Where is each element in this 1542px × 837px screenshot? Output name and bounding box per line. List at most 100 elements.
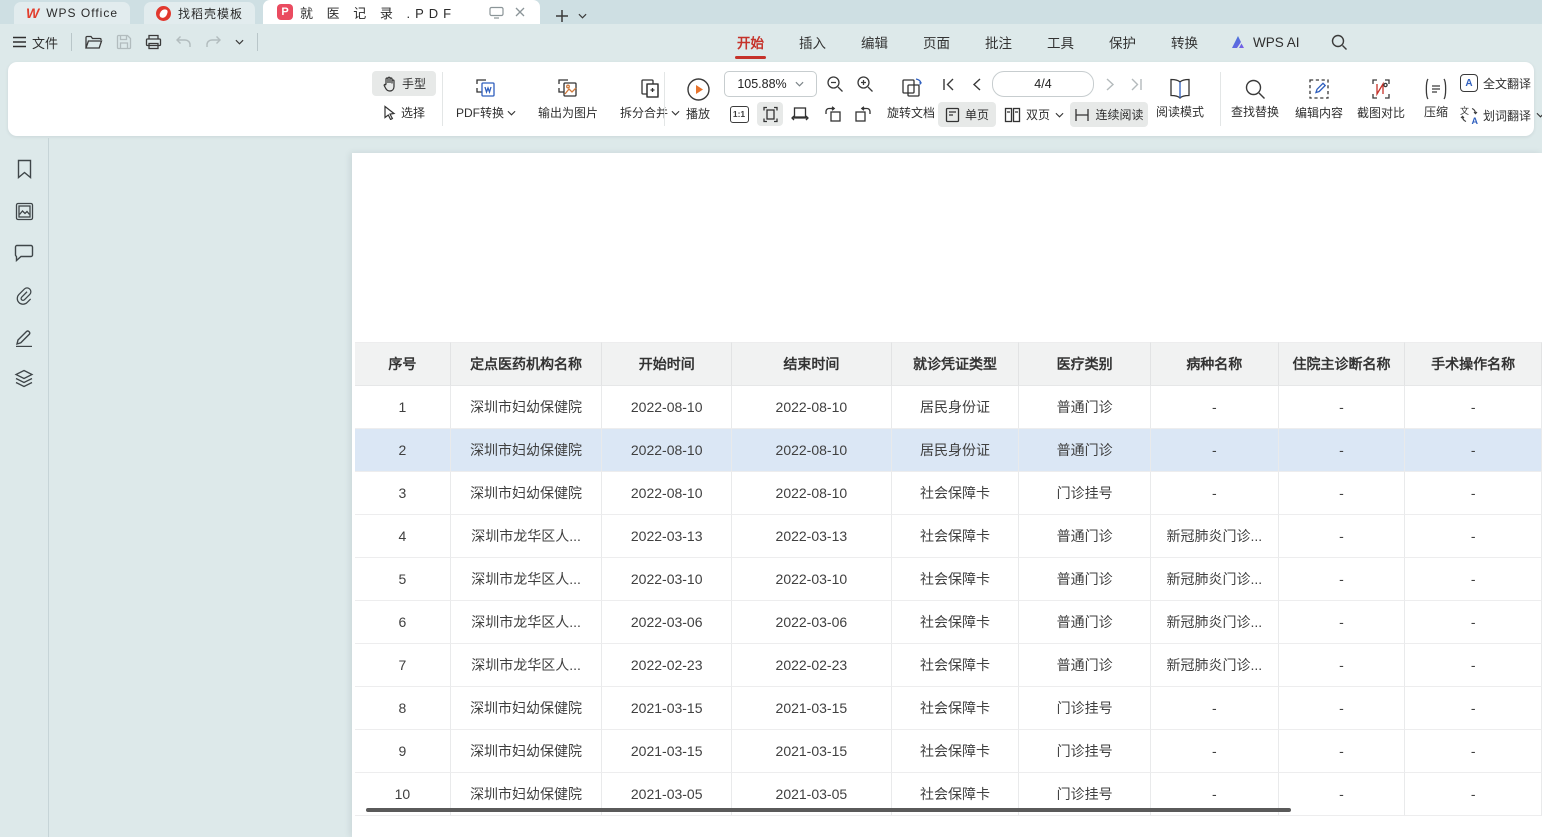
play-label: 播放 <box>686 105 710 122</box>
close-tab-icon[interactable] <box>514 6 526 18</box>
tab-list-chevron-icon[interactable] <box>578 13 587 19</box>
ribbon-search-icon[interactable] <box>1331 34 1348 51</box>
table-cell: 7 <box>355 644 451 687</box>
page-number-input[interactable]: 4/4 <box>992 71 1094 97</box>
table-cell: - <box>1279 515 1406 558</box>
comment-icon[interactable] <box>11 240 37 266</box>
rotate-document-button[interactable]: 旋转文档 <box>878 68 944 130</box>
thumbnail-image-icon[interactable] <box>11 198 37 224</box>
double-page-view-button[interactable]: 双页 <box>1002 102 1066 127</box>
tab-docer-templates[interactable]: 找稻壳模板 <box>144 2 255 24</box>
screenshot-compare-button[interactable]: 截图对比 <box>1350 68 1412 130</box>
table-cell: 4 <box>355 515 451 558</box>
table-header-cell: 定点医药机构名称 <box>451 342 603 386</box>
new-tab-icon[interactable] <box>554 8 570 24</box>
open-file-icon[interactable] <box>85 35 103 50</box>
continuous-reading-button[interactable]: 连续阅读 <box>1070 102 1148 127</box>
undo-history-chevron-icon[interactable] <box>235 39 244 45</box>
table-cell: 深圳市妇幼保健院 <box>451 472 603 515</box>
tab-wps-office[interactable]: W WPS Office <box>14 2 130 24</box>
table-cell: - <box>1405 644 1542 687</box>
rotate-left-button[interactable] <box>820 102 846 126</box>
menu-item[interactable]: 编辑 <box>859 23 890 61</box>
table-cell: 普通门诊 <box>1019 644 1151 687</box>
table-horizontal-scrollbar[interactable] <box>366 808 1291 812</box>
share-screen-icon[interactable] <box>489 6 504 19</box>
zoom-in-button[interactable] <box>852 71 878 97</box>
pdf-file-icon: P <box>277 4 293 20</box>
play-presentation-button[interactable]: 播放 <box>674 68 722 130</box>
file-menu-label: 文件 <box>32 33 58 52</box>
menu-item[interactable]: 页面 <box>921 23 952 61</box>
table-cell: 2022-03-13 <box>732 515 892 558</box>
table-cell: 5 <box>355 558 451 601</box>
menu-item[interactable]: 工具 <box>1045 23 1076 61</box>
fit-page-button[interactable] <box>757 102 783 126</box>
read-mode-button[interactable]: 阅读模式 <box>1150 68 1210 130</box>
table-cell: 居民身份证 <box>892 386 1020 429</box>
first-page-button[interactable] <box>936 71 960 97</box>
layers-icon[interactable] <box>11 366 37 392</box>
table-cell: 普通门诊 <box>1019 601 1151 644</box>
table-cell: 8 <box>355 687 451 730</box>
table-row: 2深圳市妇幼保健院2022-08-102022-08-10居民身份证普通门诊--… <box>355 429 1542 472</box>
zoom-out-button[interactable] <box>822 71 848 97</box>
previous-page-button[interactable] <box>964 71 988 97</box>
full-text-translate-button[interactable]: A 全文翻译 <box>1460 70 1542 96</box>
table-header-cell: 病种名称 <box>1151 342 1279 386</box>
menu-item[interactable]: 插入 <box>797 23 828 61</box>
wps-ai-button[interactable]: WPS AI <box>1231 35 1300 50</box>
actual-size-button[interactable]: 1:1 <box>727 102 751 126</box>
table-cell: 深圳市妇幼保健院 <box>451 687 603 730</box>
tab-document-pdf[interactable]: P 就 医 记 录 .PDF <box>263 0 540 24</box>
table-cell: - <box>1151 429 1279 472</box>
print-icon[interactable] <box>145 34 162 50</box>
table-cell: 门诊挂号 <box>1019 687 1151 730</box>
menu-item[interactable]: 开始 <box>735 23 766 61</box>
table-cell: 2022-08-10 <box>602 386 732 429</box>
table-cell: 普通门诊 <box>1019 429 1151 472</box>
pdf-convert-button[interactable]: PDF转换 <box>448 68 524 130</box>
save-icon[interactable] <box>116 34 132 50</box>
last-page-button[interactable] <box>1124 71 1148 97</box>
table-cell: 普通门诊 <box>1019 515 1151 558</box>
single-page-view-button[interactable]: 单页 <box>938 102 996 127</box>
sign-pen-icon[interactable] <box>11 324 37 350</box>
undo-icon[interactable] <box>175 35 192 49</box>
table-row: 1深圳市妇幼保健院2022-08-102022-08-10居民身份证普通门诊--… <box>355 386 1542 429</box>
rotate-right-button[interactable] <box>850 102 876 126</box>
attachment-icon[interactable] <box>11 282 37 308</box>
next-page-button[interactable] <box>1098 71 1122 97</box>
menu-bar: 文件 开始插入编辑页面批注工具保护转换 WPS AI <box>0 24 1542 60</box>
docer-logo-icon <box>156 6 171 21</box>
one-to-one-icon: 1:1 <box>730 106 749 123</box>
word-translate-button[interactable]: 文 A 划词翻译 <box>1460 102 1542 128</box>
pdf-page[interactable]: 序号定点医药机构名称开始时间结束时间就诊凭证类型医疗类别病种名称住院主诊断名称手… <box>352 153 1542 837</box>
menu-item[interactable]: 转换 <box>1169 23 1200 61</box>
tab-label: 找稻壳模板 <box>178 5 243 22</box>
hand-tool-button[interactable]: 手型 <box>372 71 436 96</box>
menu-item[interactable]: 批注 <box>983 23 1014 61</box>
table-cell: 2021-03-15 <box>732 687 892 730</box>
table-header-cell: 医疗类别 <box>1019 342 1151 386</box>
find-replace-button[interactable]: 查找替换 <box>1224 68 1286 130</box>
tab-bar: W WPS Office 找稻壳模板 P 就 医 记 录 .PDF <box>0 0 1542 24</box>
table-cell: 1 <box>355 386 451 429</box>
fit-width-button[interactable] <box>787 102 813 126</box>
table-cell: 2022-03-06 <box>602 601 732 644</box>
table-cell: - <box>1279 558 1406 601</box>
edit-content-button[interactable]: 编辑内容 <box>1288 68 1350 130</box>
table-cell: 居民身份证 <box>892 429 1020 472</box>
menu-item[interactable]: 保护 <box>1107 23 1138 61</box>
file-menu-button[interactable]: 文件 <box>12 33 58 52</box>
zoom-level-select[interactable]: 105.88% <box>724 71 817 97</box>
table-cell: 2021-03-15 <box>602 730 732 773</box>
select-tool-button[interactable]: 选择 <box>372 100 436 125</box>
table-cell: 新冠肺炎门诊... <box>1151 644 1279 687</box>
export-as-image-button[interactable]: 输出为图片 <box>526 68 610 130</box>
bookmark-icon[interactable] <box>11 156 37 182</box>
compress-button[interactable]: 压缩 <box>1414 68 1458 130</box>
zoom-level-value: 105.88% <box>737 77 786 91</box>
word-translate-icon: 文 A <box>1460 106 1478 124</box>
redo-icon[interactable] <box>205 35 222 49</box>
